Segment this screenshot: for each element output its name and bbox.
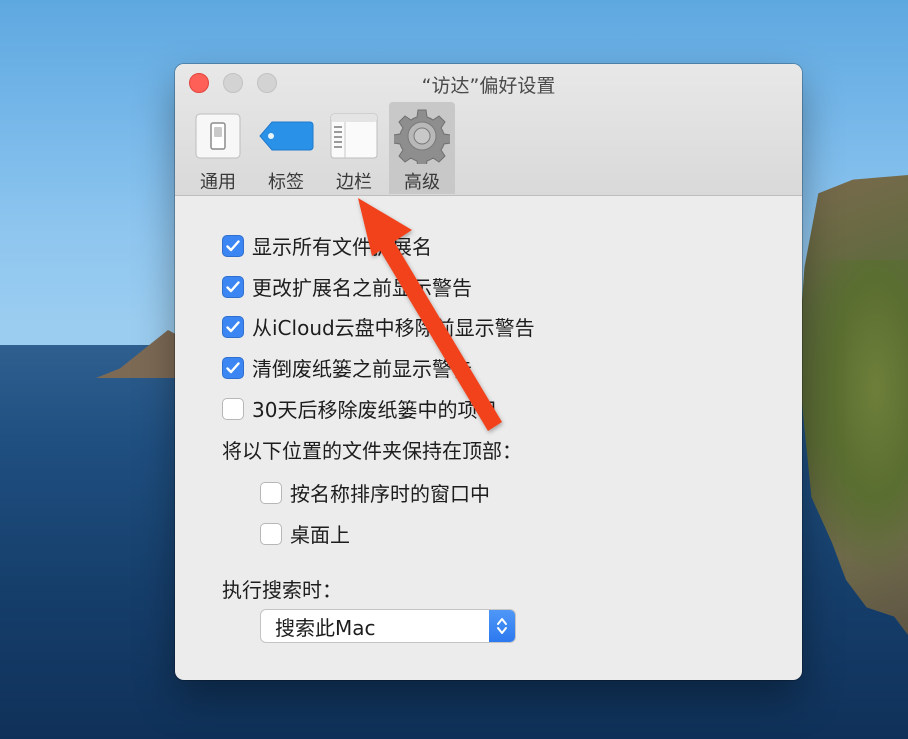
option-label: 清倒废纸篓之前显示警告	[252, 357, 472, 381]
tab-tags[interactable]: 标签	[253, 102, 319, 194]
checkbox-checked[interactable]	[222, 315, 244, 338]
gear-icon	[392, 108, 452, 164]
checkbox-checked[interactable]	[222, 234, 244, 257]
option-label: 更改扩展名之前显示警告	[252, 276, 472, 300]
tab-advanced[interactable]: 高级	[389, 102, 455, 194]
option-empty-trash-warning[interactable]: 清倒废纸篓之前显示警告	[222, 353, 472, 382]
option-icloud-remove-warning[interactable]: 从iCloud云盘中移除前显示警告	[222, 312, 535, 341]
checkbox-unchecked[interactable]	[260, 481, 282, 504]
option-remove-trash-after-30-days[interactable]: 30天后移除废纸篓中的项目	[222, 394, 497, 423]
popup-arrows-icon	[489, 610, 515, 642]
wallpaper-vegetation	[800, 260, 908, 580]
tab-general[interactable]: 通用	[185, 102, 251, 194]
preferences-toolbar: 通用 标签 边栏 高级	[185, 102, 455, 194]
checkbox-unchecked[interactable]	[222, 397, 244, 420]
option-label: 显示所有文件扩展名	[252, 235, 432, 259]
switch-icon	[188, 108, 248, 164]
tab-advanced-label: 高级	[404, 172, 440, 193]
checkbox-unchecked[interactable]	[260, 522, 282, 545]
tab-general-label: 通用	[200, 172, 236, 193]
tab-tags-label: 标签	[268, 172, 304, 193]
option-label: 从iCloud云盘中移除前显示警告	[252, 316, 535, 340]
titlebar: “访达”偏好设置 通用 标签 边栏 高级	[175, 64, 802, 196]
option-folders-on-top-windows[interactable]: 按名称排序时的窗口中	[260, 478, 490, 507]
window-title: “访达”偏好设置	[421, 75, 556, 97]
option-label: 桌面上	[290, 523, 350, 547]
search-scope-popup[interactable]: 搜索此Mac	[260, 609, 516, 643]
tab-sidebar[interactable]: 边栏	[321, 102, 387, 194]
finder-preferences-window: “访达”偏好设置 通用 标签 边栏 高级 显示所有文件扩展名 更改扩展名之前显示…	[175, 64, 802, 680]
search-heading: 执行搜索时：	[222, 578, 342, 602]
checkbox-checked[interactable]	[222, 356, 244, 379]
sidebar-icon	[324, 108, 384, 164]
option-folders-on-top-desktop[interactable]: 桌面上	[260, 519, 350, 548]
checkbox-checked[interactable]	[222, 275, 244, 298]
option-label: 按名称排序时的窗口中	[290, 482, 490, 506]
option-label: 30天后移除废纸篓中的项目	[252, 398, 498, 422]
folders-on-top-heading: 将以下位置的文件夹保持在顶部：	[222, 439, 522, 463]
option-show-extensions[interactable]: 显示所有文件扩展名	[222, 231, 432, 260]
option-extension-change-warning[interactable]: 更改扩展名之前显示警告	[222, 272, 472, 301]
search-scope-value: 搜索此Mac	[275, 615, 376, 640]
tag-icon	[256, 108, 316, 164]
tab-sidebar-label: 边栏	[336, 172, 372, 193]
